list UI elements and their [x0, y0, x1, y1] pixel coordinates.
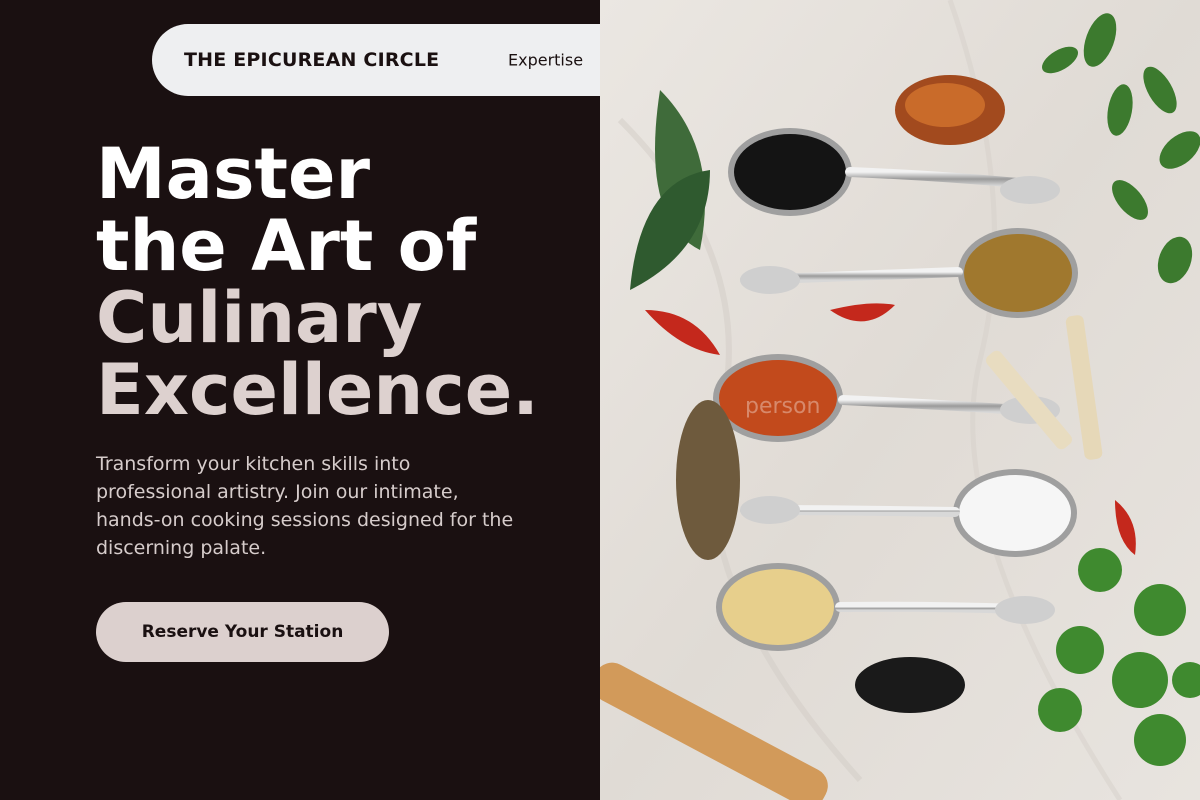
hero-left-panel: Master the Art of Culinary Excellence. T…	[0, 0, 600, 800]
top-navbar: THE EPICUREAN CIRCLE Expertise	[152, 24, 600, 96]
nav-link-expertise[interactable]: Expertise	[508, 51, 583, 70]
brand-logo-text[interactable]: THE EPICUREAN CIRCLE	[184, 49, 439, 71]
headline-line-4: Excellence.	[96, 349, 539, 431]
spices-photo: person	[600, 0, 1200, 800]
headline-line-3: Culinary	[96, 277, 423, 359]
headline-line-2: the Art of	[96, 205, 477, 287]
headline-line-1: Master	[96, 133, 371, 215]
hero-intro-text: Transform your kitchen skills into profe…	[96, 453, 514, 559]
svg-text:person: person	[745, 394, 820, 419]
hero-headline: Master the Art of Culinary Excellence.	[96, 138, 539, 426]
hero-image-panel: person	[600, 0, 1200, 800]
reserve-station-button[interactable]: Reserve Your Station	[96, 602, 389, 662]
